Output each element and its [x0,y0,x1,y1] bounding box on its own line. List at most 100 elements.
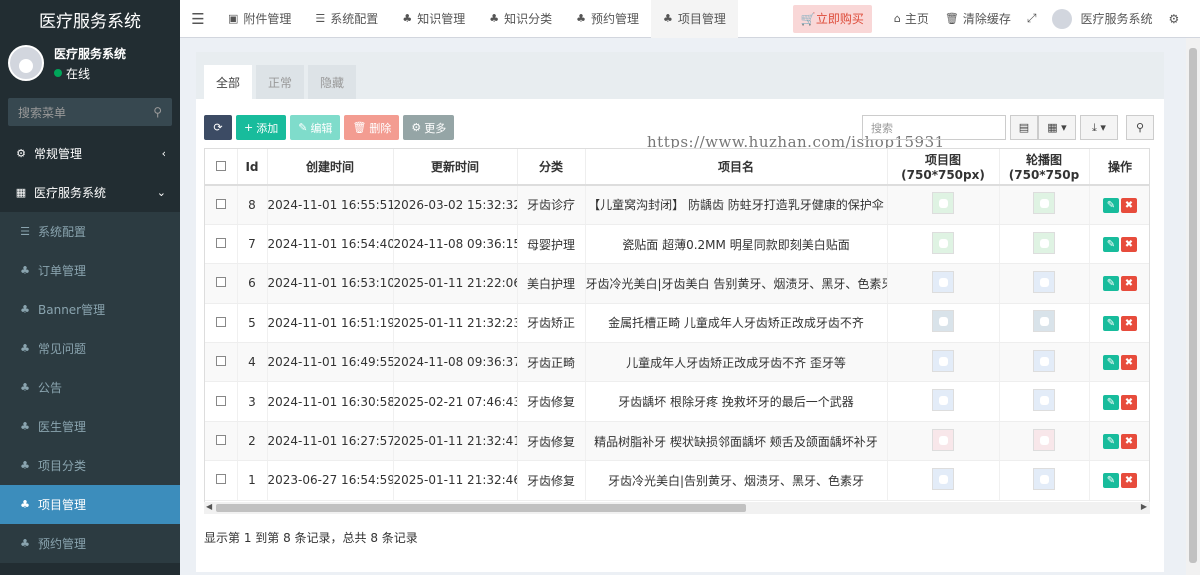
cell-project-image[interactable] [887,342,1000,383]
table-row[interactable]: 1 2023-06-27 16:54:59 2025-01-11 21:32:46 牙… [205,460,1149,501]
table-row[interactable]: 5 2024-11-01 16:51:19 2025-01-11 21:32:23 牙… [205,303,1149,344]
filter-tab-hidden[interactable]: 隐藏 [308,65,357,99]
banner-image-thumbnail[interactable] [1033,231,1055,254]
project-image-thumbnail[interactable] [932,349,954,372]
add-button[interactable]: + 添加 [236,115,287,140]
cell-project-image[interactable] [887,460,1000,501]
cell-banner-image[interactable] [999,342,1090,383]
row-delete-icon[interactable]: ✖ [1121,394,1137,410]
cell-banner-image[interactable] [999,421,1090,462]
banner-image-thumbnail[interactable] [1033,428,1055,451]
row-delete-icon[interactable]: ✖ [1121,276,1137,292]
scrollbar-thumb[interactable] [216,504,746,512]
cell-banner-image[interactable] [999,381,1090,422]
fullscreen-icon[interactable]: ⤢ [1019,11,1045,26]
table-row[interactable]: 2 2024-11-01 16:27:57 2025-01-11 21:32:41 牙… [205,421,1149,462]
cell-project-image[interactable] [887,263,1000,304]
row-delete-icon[interactable]: ✖ [1121,434,1137,450]
scrollbar-thumb[interactable] [1189,48,1197,563]
column-header[interactable]: 分类 [517,149,586,186]
horizontal-scrollbar[interactable]: ◀ ▶ [204,502,1150,514]
banner-image-thumbnail[interactable] [1033,270,1055,293]
row-checkbox[interactable] [205,421,238,462]
cell-banner-image[interactable] [999,185,1090,225]
user-menu[interactable]: 医疗服务系统 [1044,8,1160,29]
delete-button[interactable]: 🗑 删除 [344,115,400,140]
scroll-right-icon[interactable]: ▶ [1141,502,1147,511]
cell-project-image[interactable] [887,421,1000,462]
cell-banner-image[interactable] [999,460,1090,501]
cell-project-image[interactable] [887,185,1000,225]
row-edit-icon[interactable]: ✎ [1103,315,1119,331]
table-row[interactable]: 7 2024-11-01 16:54:40 2024-11-08 09:36:15 母… [205,224,1149,265]
row-checkbox[interactable] [205,460,238,501]
row-checkbox[interactable] [205,342,238,383]
select-all-checkbox[interactable] [205,149,238,186]
row-edit-icon[interactable]: ✎ [1103,237,1119,253]
row-delete-icon[interactable]: ✖ [1121,355,1137,371]
banner-image-thumbnail[interactable] [1033,467,1055,490]
tab-knowledge-category[interactable]: ♣ 知识分类 [477,0,564,38]
tab-project-manage[interactable]: ♣ 项目管理 [650,0,738,38]
columns-dropdown-icon[interactable]: ▦ ▾ [1038,115,1076,140]
project-image-thumbnail[interactable] [932,270,954,293]
row-delete-icon[interactable]: ✖ [1121,237,1137,253]
project-image-thumbnail[interactable] [932,192,954,215]
filter-tab-all[interactable]: 全部 [204,65,253,99]
advanced-search-icon[interactable]: ⚲ [1126,115,1154,140]
cell-project-image[interactable] [887,303,1000,344]
banner-image-thumbnail[interactable] [1033,389,1055,412]
table-search-input[interactable]: 搜索 [862,115,1006,140]
table-row[interactable]: 8 2024-11-01 16:55:51 2026-03-02 15:32:32 牙… [205,185,1149,225]
column-header[interactable]: 项目图(750*750px) [887,149,1000,186]
sidebar-item-banner[interactable]: ♣ Banner管理 [0,290,180,329]
column-header[interactable]: 更新时间 [393,149,518,186]
sidebar-item-appointments[interactable]: ♣ 预约管理 [0,524,180,563]
gears-icon[interactable]: ⚙ [1160,12,1187,26]
row-checkbox[interactable] [205,224,238,265]
banner-image-thumbnail[interactable] [1033,349,1055,372]
row-delete-icon[interactable]: ✖ [1121,315,1137,331]
tab-appointments[interactable]: ♣ 预约管理 [564,0,651,38]
toggle-view-icon[interactable]: ▤ [1010,115,1038,140]
column-header[interactable]: 轮播图(750*750p [999,149,1090,186]
sidebar-item-notice[interactable]: ♣ 公告 [0,368,180,407]
cell-project-image[interactable] [887,224,1000,265]
row-checkbox[interactable] [205,185,238,225]
menu-toggle-icon[interactable]: ☰ [180,10,216,28]
project-image-thumbnail[interactable] [932,389,954,412]
sidebar-item-orders[interactable]: ♣ 订单管理 [0,251,180,290]
tab-config[interactable]: ☰ 系统配置 [303,0,390,38]
banner-image-thumbnail[interactable] [1033,192,1055,215]
sidebar-item-general[interactable]: ⚙ 常规管理 ‹ [0,134,180,173]
row-delete-icon[interactable]: ✖ [1121,197,1137,213]
more-button[interactable]: ⚙ 更多 [403,115,455,140]
row-edit-icon[interactable]: ✎ [1103,355,1119,371]
project-image-thumbnail[interactable] [932,428,954,451]
cell-banner-image[interactable] [999,303,1090,344]
export-dropdown-icon[interactable]: ⤓ ▾ [1080,115,1118,140]
app-logo[interactable]: 医疗服务系统 [0,0,180,38]
row-edit-icon[interactable]: ✎ [1103,394,1119,410]
tab-attachments[interactable]: ▣ 附件管理 [216,0,303,38]
column-header[interactable]: 创建时间 [267,149,394,186]
table-row[interactable]: 6 2024-11-01 16:53:10 2025-01-11 21:22:06 美… [205,263,1149,304]
edit-button[interactable]: ✎ 编辑 [290,115,341,140]
tab-knowledge[interactable]: ♣ 知识管理 [390,0,477,38]
column-header[interactable]: 项目名 [585,149,888,186]
search-icon[interactable]: ⚲ [153,105,162,119]
sidebar-item-config[interactable]: ☰ 系统配置 [0,212,180,251]
row-checkbox[interactable] [205,381,238,422]
sidebar-item-medical-system[interactable]: ▦ 医疗服务系统 ⌄ [0,173,180,212]
sidebar-item-project-category[interactable]: ♣ 项目分类 [0,446,180,485]
vertical-scrollbar[interactable] [1186,38,1200,575]
row-edit-icon[interactable]: ✎ [1103,197,1119,213]
cell-banner-image[interactable] [999,224,1090,265]
refresh-button[interactable]: ⟳ [204,115,232,140]
cell-project-image[interactable] [887,381,1000,422]
row-checkbox[interactable] [205,263,238,304]
banner-image-thumbnail[interactable] [1033,310,1055,333]
buy-now-button[interactable]: 🛒 立即购买 [792,4,872,33]
project-image-thumbnail[interactable] [932,467,954,490]
home-link[interactable]: ⌂ 主页 [886,10,937,27]
